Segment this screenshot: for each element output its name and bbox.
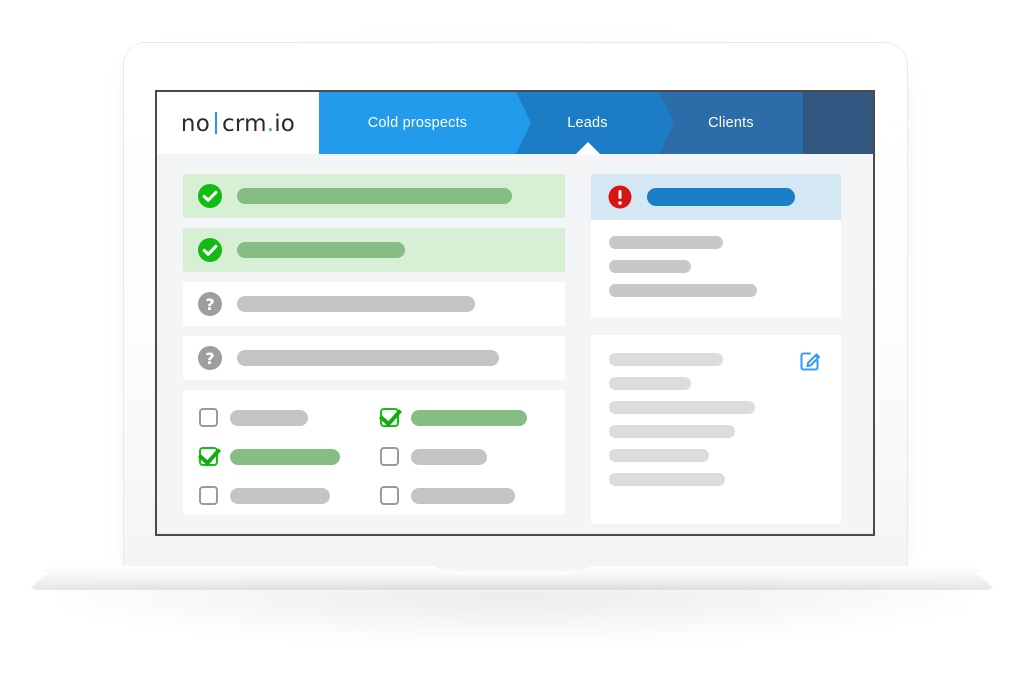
checkbox-item[interactable] [199,447,368,466]
detail-panel-column [577,174,873,534]
checkbox-label-placeholder [411,409,527,426]
pipeline-stage-label: Clients [708,115,754,131]
question-circle-icon: ? [197,291,223,317]
lead-title-placeholder [237,188,512,204]
pipeline-stage-label: Cold prospects [367,115,468,131]
alert-card [591,174,841,317]
text-line-placeholder [609,284,757,297]
pipeline-stage-cold-prospects[interactable]: Cold prospects [319,92,531,154]
laptop-drop-shadow [60,588,966,640]
text-line-placeholder [609,353,723,366]
app-header: no crm . io Cold prospects Leads Clients [157,92,873,155]
checkbox-unchecked-icon[interactable] [199,408,218,427]
logo-divider-bar [214,112,217,134]
pipeline-stage-clients[interactable]: Clients [659,92,803,154]
checkbox-unchecked-icon[interactable] [380,447,399,466]
checkbox-item[interactable] [199,486,368,505]
app-body: ? ? [157,154,873,534]
alert-card-header [591,174,841,220]
logo-text-crm: crm [221,111,267,137]
checkbox-list-card [183,390,565,515]
svg-text:?: ? [205,349,214,368]
lead-title-placeholder [237,242,405,258]
alert-circle-icon [607,184,633,210]
brand-logo-area[interactable]: no crm . io [157,92,319,154]
check-circle-icon [197,183,223,209]
checkbox-grid [199,408,549,505]
question-circle-icon: ? [197,345,223,371]
checkbox-label-placeholder [230,409,308,426]
checkbox-item[interactable] [380,447,549,466]
text-line-placeholder [609,425,735,438]
app-screen: no crm . io Cold prospects Leads Clients… [157,92,873,534]
text-line-placeholder [609,401,755,414]
screen-bezel: no crm . io Cold prospects Leads Clients… [155,90,875,536]
checkbox-label-placeholder [230,448,340,465]
active-stage-pointer-icon [574,142,601,155]
detail-card [591,335,841,524]
lead-row[interactable]: ? [183,282,565,326]
svg-text:?: ? [205,295,214,314]
edit-pencil-icon[interactable] [797,347,823,373]
checkbox-unchecked-icon[interactable] [380,486,399,505]
pipeline-stage-label: Leads [567,115,608,131]
lead-row[interactable] [183,174,565,218]
pipeline-stage-empty [803,92,873,154]
laptop-mockup: no crm . io Cold prospects Leads Clients… [0,0,1024,686]
lead-list-column: ? ? [157,174,577,534]
lead-title-placeholder [237,350,499,366]
logo-text-io: io [274,111,296,137]
logo-text-no: no [180,111,210,137]
laptop-base-notch [435,566,590,575]
text-line-placeholder [609,449,709,462]
checkbox-item[interactable] [380,486,549,505]
lead-row[interactable] [183,228,565,272]
checkbox-checked-icon[interactable] [380,408,399,427]
checkbox-unchecked-icon[interactable] [199,486,218,505]
logo-dot: . [266,111,275,137]
nocrm-logo: no crm . io [181,109,295,137]
checkbox-checked-icon[interactable] [199,447,218,466]
text-line-placeholder [609,473,725,486]
checkbox-item[interactable] [199,408,368,427]
text-line-placeholder [609,260,691,273]
lead-row[interactable]: ? [183,336,565,380]
alert-card-body [591,220,841,317]
page-stage: no crm . io Cold prospects Leads Clients… [0,0,1024,686]
text-line-placeholder [609,377,691,390]
text-line-placeholder [609,236,723,249]
checkbox-label-placeholder [411,448,487,465]
lead-title-placeholder [237,296,475,312]
detail-card-body [591,335,841,524]
checkbox-item[interactable] [380,408,549,427]
alert-title-placeholder [647,188,795,206]
pipeline-nav: Cold prospects Leads Clients [319,92,873,155]
checkbox-label-placeholder [230,487,330,504]
check-circle-icon [197,237,223,263]
pipeline-stage-leads[interactable]: Leads [516,92,674,155]
checkbox-label-placeholder [411,487,515,504]
